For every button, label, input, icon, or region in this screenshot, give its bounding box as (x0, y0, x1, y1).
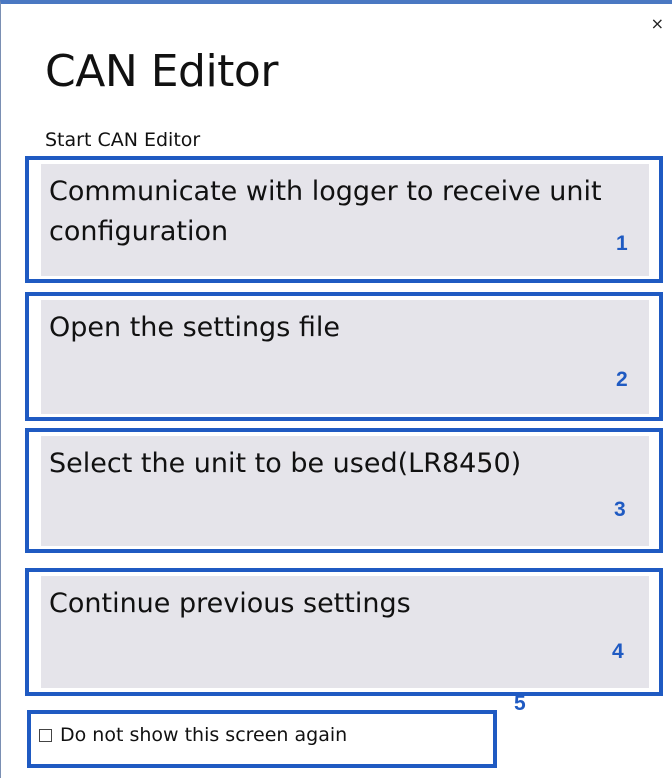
annotation-number-3: 3 (614, 498, 626, 521)
option-open-settings-file[interactable]: Open the settings file (41, 300, 649, 414)
annotation-number-1: 1 (616, 232, 628, 255)
do-not-show-again-checkbox[interactable]: Do not show this screen again (39, 724, 347, 746)
close-icon[interactable]: × (651, 16, 664, 32)
dialog-subtitle: Start CAN Editor (45, 129, 201, 151)
option-communicate-with-logger[interactable]: Communicate with logger to receive unit … (41, 164, 649, 276)
option-label: Continue previous settings (49, 588, 411, 619)
option-label: Select the unit to be used(LR8450) (49, 448, 522, 479)
option-label: Communicate with logger to receive unit … (49, 176, 602, 247)
annotation-number-5: 5 (514, 692, 526, 715)
option-select-unit[interactable]: Select the unit to be used(LR8450) (41, 436, 649, 546)
annotation-number-2: 2 (616, 368, 628, 391)
checkbox-label: Do not show this screen again (60, 724, 348, 746)
option-continue-previous-settings[interactable]: Continue previous settings (41, 576, 649, 688)
option-label: Open the settings file (49, 312, 340, 343)
checkbox-box[interactable] (39, 728, 52, 742)
can-editor-dialog: × CAN Editor Start CAN Editor Communicat… (0, 0, 672, 778)
dialog-title: CAN Editor (45, 46, 278, 97)
annotation-number-4: 4 (612, 640, 624, 663)
